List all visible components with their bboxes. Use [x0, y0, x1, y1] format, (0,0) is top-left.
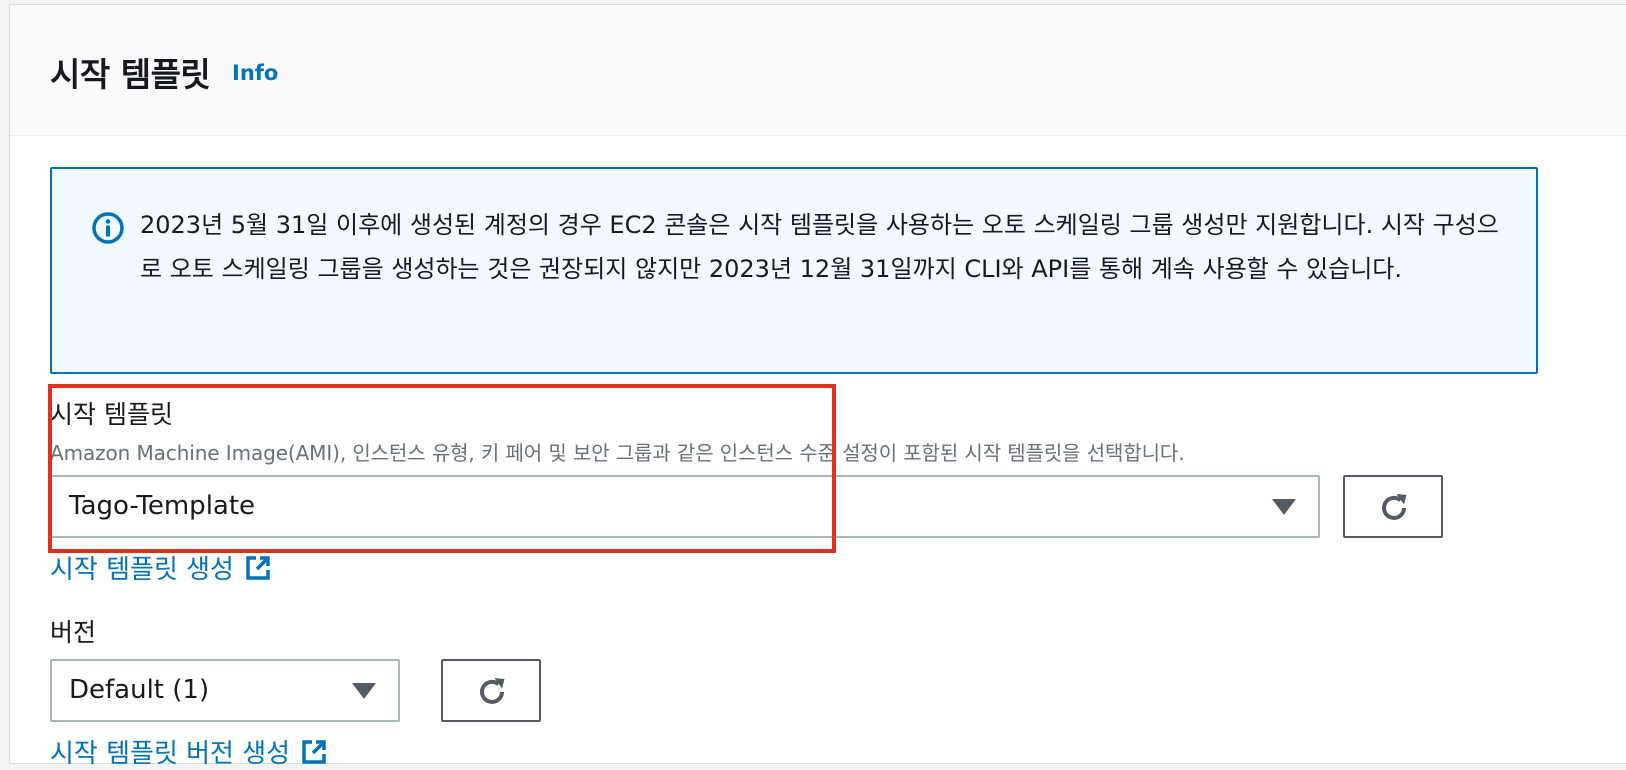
launch-template-description: Amazon Machine Image(AMI), 인스턴스 유형, 키 페어… [50, 441, 1185, 465]
external-link-icon [246, 555, 270, 580]
version-select-value: Default (1) [69, 675, 210, 705]
caret-down-icon [1272, 499, 1296, 515]
info-icon [92, 212, 124, 244]
launch-template-select-value: Tago-Template [69, 491, 256, 521]
create-template-version-link-label: 시작 템플릿 버전 생성 [50, 739, 291, 769]
info-link[interactable]: Info [232, 61, 278, 85]
create-launch-template-link[interactable]: 시작 템플릿 생성 [50, 549, 272, 586]
alert-message: 2023년 5월 31일 이후에 생성된 계정의 경우 EC2 콘솔은 시작 템… [140, 211, 1499, 283]
refresh-versions-button[interactable] [441, 659, 541, 722]
external-link-icon [302, 739, 326, 764]
version-label: 버전 [50, 618, 97, 647]
refresh-icon [480, 678, 505, 704]
version-select[interactable]: Default (1) [50, 659, 400, 722]
create-template-version-link[interactable]: 시작 템플릿 버전 생성 [50, 733, 328, 770]
launch-template-panel: 시작 템플릿 Info 2023년 5월 31일 이후에 생성된 계정의 경우 … [9, 4, 1626, 769]
launch-template-label: 시작 템플릿 [50, 400, 173, 429]
refresh-icon [1382, 494, 1407, 520]
caret-down-icon [352, 683, 376, 699]
info-alert: 2023년 5월 31일 이후에 생성된 계정의 경우 EC2 콘솔은 시작 템… [50, 167, 1538, 374]
panel-title: 시작 템플릿 [50, 55, 211, 94]
launch-template-select[interactable]: Tago-Template [50, 475, 1320, 538]
panel-header: 시작 템플릿 Info [10, 5, 1626, 136]
create-launch-template-link-label: 시작 템플릿 생성 [50, 555, 234, 585]
refresh-launch-templates-button[interactable] [1343, 475, 1443, 538]
